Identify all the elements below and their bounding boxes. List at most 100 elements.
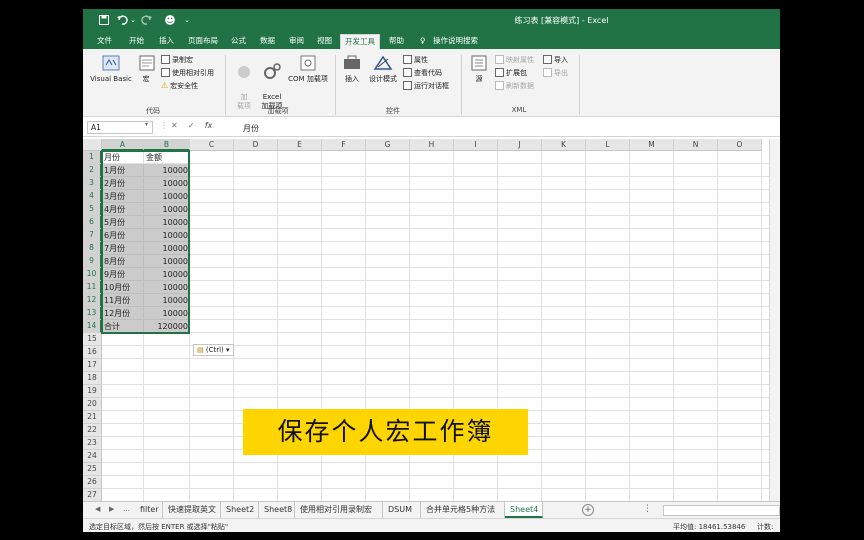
insert-function-icon[interactable]: fx [205, 121, 213, 130]
row-header-24[interactable]: 24 [83, 450, 102, 463]
scroll-left-icon[interactable]: ◀ [95, 505, 100, 513]
tab-file[interactable]: 文件 [93, 34, 116, 49]
row-header-21[interactable]: 21 [83, 411, 102, 424]
name-box-dropdown-icon[interactable]: ▾ [145, 121, 148, 128]
row-header-16[interactable]: 16 [83, 346, 102, 359]
row-header-17[interactable]: 17 [83, 359, 102, 372]
row-header-23[interactable]: 23 [83, 437, 102, 450]
tab-help[interactable]: 帮助 [385, 34, 408, 49]
status-count: 计数: [757, 523, 774, 531]
paste-options-button[interactable]: ▤ (Ctrl) ▾ [193, 344, 234, 356]
view-code-button[interactable]: 查看代码 [403, 67, 442, 78]
name-box[interactable]: A1 [87, 121, 153, 134]
row-header-18[interactable]: 18 [83, 372, 102, 385]
macros-button[interactable]: 宏 [136, 53, 156, 84]
column-header-o[interactable]: O [718, 139, 762, 151]
use-relative-references-button[interactable]: 使用相对引用 [161, 67, 214, 78]
row-header-6[interactable]: 6 [83, 216, 102, 229]
scroll-right-icon[interactable]: ▶ [109, 505, 114, 513]
tab-developer[interactable]: 开发工具 [340, 34, 380, 49]
sheet-tab-5[interactable]: 使用相对引用录制宏 [295, 502, 383, 518]
row-header-10[interactable]: 10 [83, 268, 102, 281]
sheet-tab-3[interactable]: Sheet2 [221, 502, 259, 518]
properties-button[interactable]: 属性 [403, 54, 428, 65]
row-header-5[interactable]: 5 [83, 203, 102, 216]
more-sheets-icon[interactable]: … [123, 505, 130, 513]
design-mode-button[interactable]: 设计模式 [366, 53, 400, 84]
add-sheet-icon[interactable]: + [582, 504, 594, 516]
column-header-i[interactable]: I [454, 139, 498, 151]
column-header-l[interactable]: L [586, 139, 630, 151]
column-header-g[interactable]: G [366, 139, 410, 151]
tab-home[interactable]: 开始 [125, 34, 148, 49]
column-header-m[interactable]: M [630, 139, 674, 151]
row-header-22[interactable]: 22 [83, 424, 102, 437]
tab-formulas[interactable]: 公式 [227, 34, 250, 49]
row-header-11[interactable]: 11 [83, 281, 102, 294]
column-header-k[interactable]: K [542, 139, 586, 151]
gridline-col [629, 151, 630, 501]
export-button[interactable]: 导出 [543, 67, 568, 78]
row-header-7[interactable]: 7 [83, 229, 102, 242]
row-header-13[interactable]: 13 [83, 307, 102, 320]
map-properties-button[interactable]: 映射属性 [495, 54, 534, 65]
xml-source-icon [471, 55, 487, 71]
row-header-25[interactable]: 25 [83, 463, 102, 476]
tab-data[interactable]: 数据 [256, 34, 279, 49]
com-addins-button[interactable]: COM 加载项 [286, 53, 330, 84]
sheet-tab-7[interactable]: 合并单元格5种方法 [421, 502, 505, 518]
sheet-tab-1[interactable]: filter [135, 502, 163, 518]
enter-icon[interactable]: ✓ [188, 121, 195, 130]
row-header-14[interactable]: 14 [83, 320, 102, 333]
tab-review[interactable]: 审阅 [285, 34, 308, 49]
addins-button[interactable]: 加 载项 [233, 53, 255, 111]
excel-addins-button[interactable]: Excel 加载项 [259, 53, 285, 111]
row-header-1[interactable]: 1 [83, 151, 102, 164]
expansion-packs-button[interactable]: 扩展包 [495, 67, 527, 78]
macro-security-button[interactable]: ⚠ 宏安全性 [161, 80, 198, 91]
row-header-26[interactable]: 26 [83, 476, 102, 489]
cancel-icon[interactable]: ✕ [171, 121, 178, 130]
row-header-3[interactable]: 3 [83, 177, 102, 190]
column-header-d[interactable]: D [234, 139, 278, 151]
horizontal-scrollbar[interactable] [663, 505, 780, 516]
tab-view[interactable]: 视图 [313, 34, 336, 49]
row-header-4[interactable]: 4 [83, 190, 102, 203]
select-all-corner[interactable] [83, 139, 102, 151]
row-header-9[interactable]: 9 [83, 255, 102, 268]
row-header-27[interactable]: 27 [83, 489, 102, 501]
gridline-row [102, 475, 780, 476]
vertical-scrollbar[interactable] [769, 139, 780, 501]
row-header-19[interactable]: 19 [83, 385, 102, 398]
refresh-data-button[interactable]: 刷新数据 [495, 80, 534, 91]
view-code-icon [403, 68, 412, 77]
column-header-f[interactable]: F [322, 139, 366, 151]
formula-input[interactable]: 月份 [243, 123, 259, 134]
row-header-8[interactable]: 8 [83, 242, 102, 255]
gridline-col [233, 151, 234, 501]
column-header-n[interactable]: N [674, 139, 718, 151]
import-button[interactable]: 导入 [543, 54, 568, 65]
run-dialog-button[interactable]: 运行对话框 [403, 80, 449, 91]
sheet-tab-2[interactable]: 快速提取英文 [163, 502, 221, 518]
row-header-20[interactable]: 20 [83, 398, 102, 411]
sheet-tab-8[interactable]: Sheet4 [505, 502, 543, 518]
row-header-15[interactable]: 15 [83, 333, 102, 346]
column-header-e[interactable]: E [278, 139, 322, 151]
visual-basic-button[interactable]: Visual Basic [89, 53, 133, 84]
column-header-c[interactable]: C [190, 139, 234, 151]
video-caption: 保存个人宏工作簿 [243, 409, 528, 455]
row-header-12[interactable]: 12 [83, 294, 102, 307]
tell-me-search[interactable]: 操作说明搜索 [429, 34, 482, 49]
tab-page-layout[interactable]: 页面布局 [184, 34, 222, 49]
sheet-tab-6[interactable]: DSUM [383, 502, 421, 518]
tab-insert[interactable]: 插入 [155, 34, 178, 49]
column-header-h[interactable]: H [410, 139, 454, 151]
insert-control-button[interactable]: 插入 [341, 53, 363, 84]
row-header-2[interactable]: 2 [83, 164, 102, 177]
sheet-tab-4[interactable]: Sheet8 [259, 502, 295, 518]
column-header-j[interactable]: J [498, 139, 542, 151]
xml-source-button[interactable]: 源 [468, 53, 490, 84]
record-macro-button[interactable]: 录制宏 [161, 54, 193, 65]
tab-split-icon[interactable]: ⋮ [643, 504, 652, 514]
